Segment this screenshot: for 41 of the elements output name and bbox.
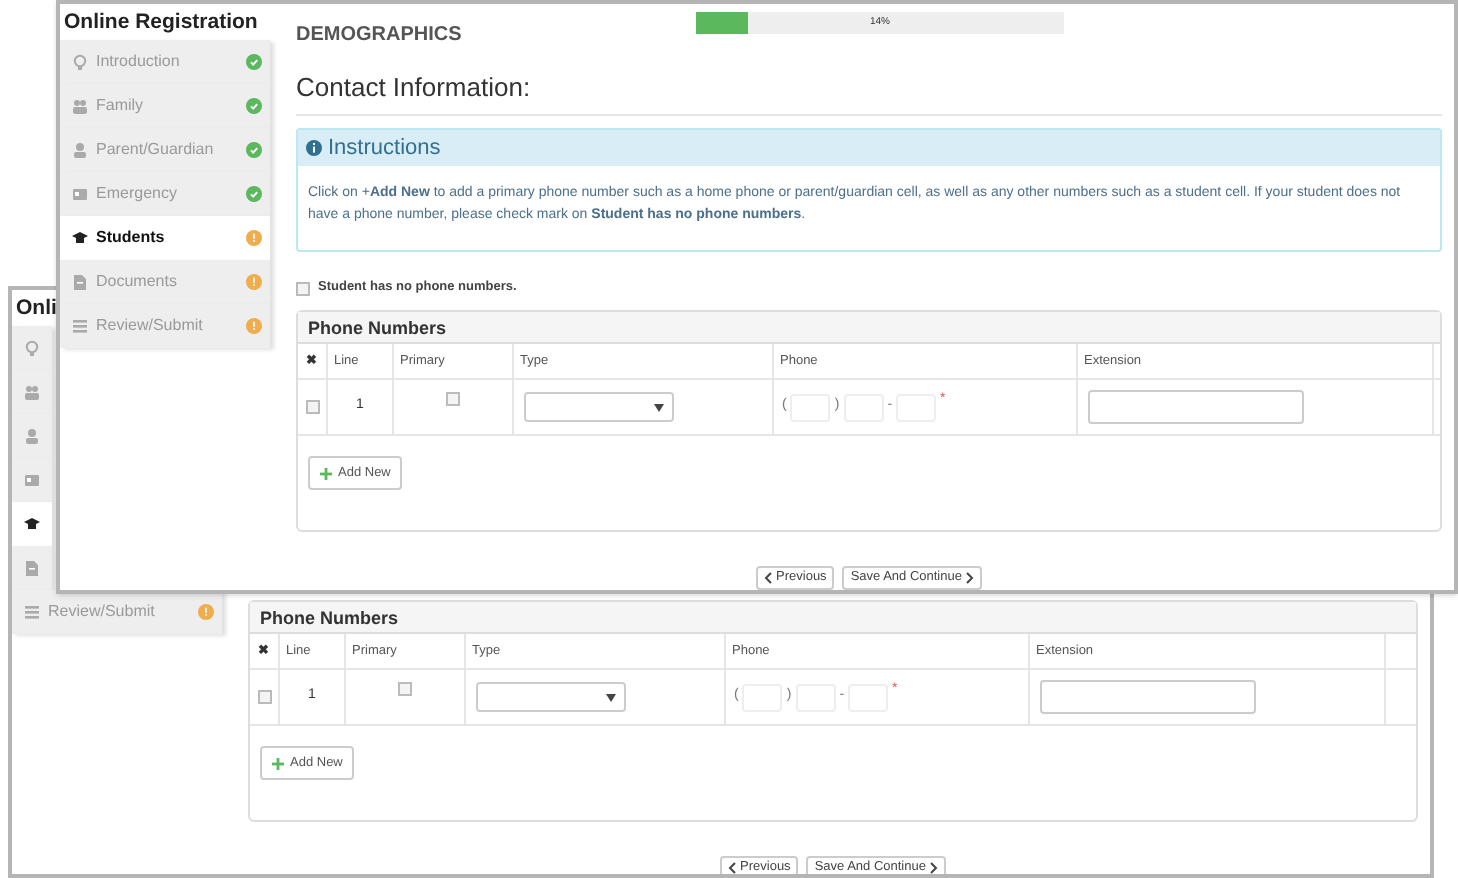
users-icon — [72, 98, 88, 114]
checkbox[interactable] — [257, 690, 271, 704]
extension-field[interactable] — [1040, 680, 1256, 714]
sidebar-item[interactable] — [12, 502, 52, 546]
graduation-cap-icon — [24, 516, 40, 532]
list-icon — [24, 604, 40, 620]
graduation-cap-icon — [72, 230, 88, 246]
page-heading: DEMOGRAPHICS — [296, 22, 464, 50]
file-icon — [72, 274, 88, 290]
plus-icon — [272, 757, 284, 769]
user-icon — [24, 428, 40, 444]
type-select[interactable] — [476, 682, 626, 712]
bulb-icon — [24, 340, 40, 356]
chevron-right-icon — [965, 572, 974, 584]
sidebar-title: Online Registration — [62, 8, 260, 38]
instructions-title: Instructions — [328, 134, 441, 164]
chevron-right-icon — [929, 862, 938, 874]
caret-icon — [606, 693, 616, 701]
chevron-left-icon — [728, 862, 737, 874]
sidebar-item[interactable]: Students — [60, 216, 270, 260]
file-icon — [24, 560, 40, 576]
checkbox[interactable] — [296, 281, 310, 296]
users-icon — [24, 384, 40, 400]
list-icon — [72, 318, 88, 334]
user-icon — [72, 142, 88, 158]
chevron-left-icon — [764, 572, 773, 584]
extension-field[interactable] — [1088, 390, 1304, 424]
section-title: Contact Information: — [296, 57, 1442, 117]
checkbox[interactable] — [398, 682, 412, 696]
caret-icon — [654, 403, 664, 411]
checkbox[interactable] — [305, 400, 319, 414]
card-icon — [24, 472, 40, 488]
sidebar-title: Onli — [14, 294, 59, 324]
checkbox[interactable] — [446, 392, 460, 406]
card-icon — [72, 186, 88, 202]
panel-title: Phone Numbers — [298, 312, 1440, 344]
type-select[interactable] — [524, 392, 674, 422]
bulb-icon — [72, 54, 88, 70]
panel-title: Phone Numbers — [250, 602, 1416, 634]
info-icon — [306, 140, 322, 157]
plus-icon — [320, 467, 332, 479]
